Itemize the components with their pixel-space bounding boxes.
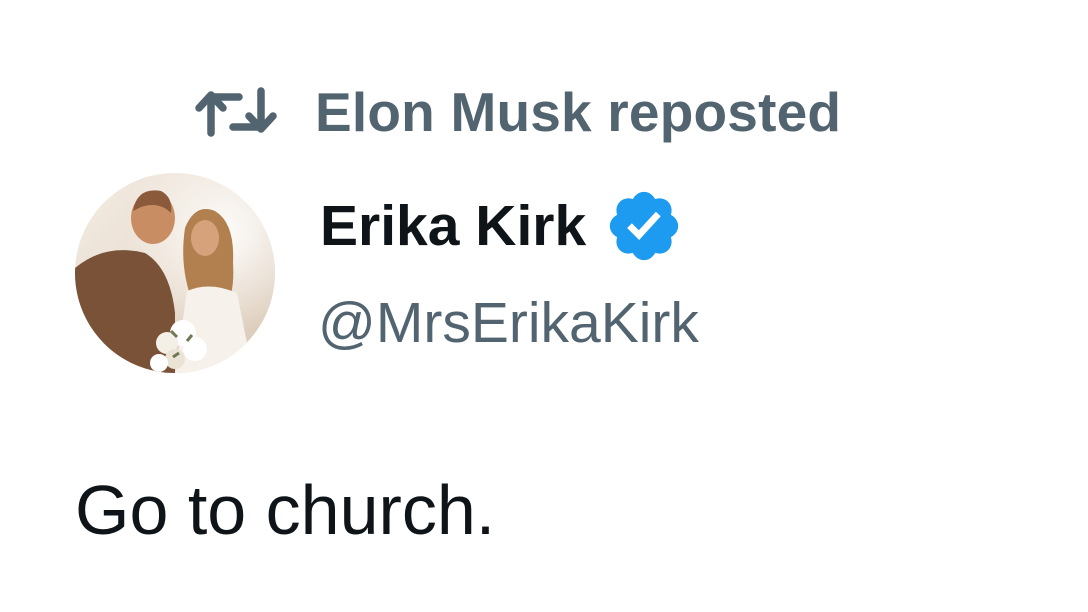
- author-name-row[interactable]: Erika Kirk: [320, 190, 686, 262]
- repost-label[interactable]: Elon Musk reposted: [315, 80, 841, 144]
- verified-badge-icon[interactable]: [604, 185, 686, 267]
- author-handle[interactable]: @MrsErikaKirk: [318, 290, 699, 356]
- tweet-text: Go to church.: [75, 471, 496, 549]
- display-name[interactable]: Erika Kirk: [320, 193, 586, 259]
- avatar[interactable]: [75, 173, 275, 373]
- repost-header[interactable]: Elon Musk reposted: [195, 78, 841, 146]
- repost-icon: [195, 83, 277, 141]
